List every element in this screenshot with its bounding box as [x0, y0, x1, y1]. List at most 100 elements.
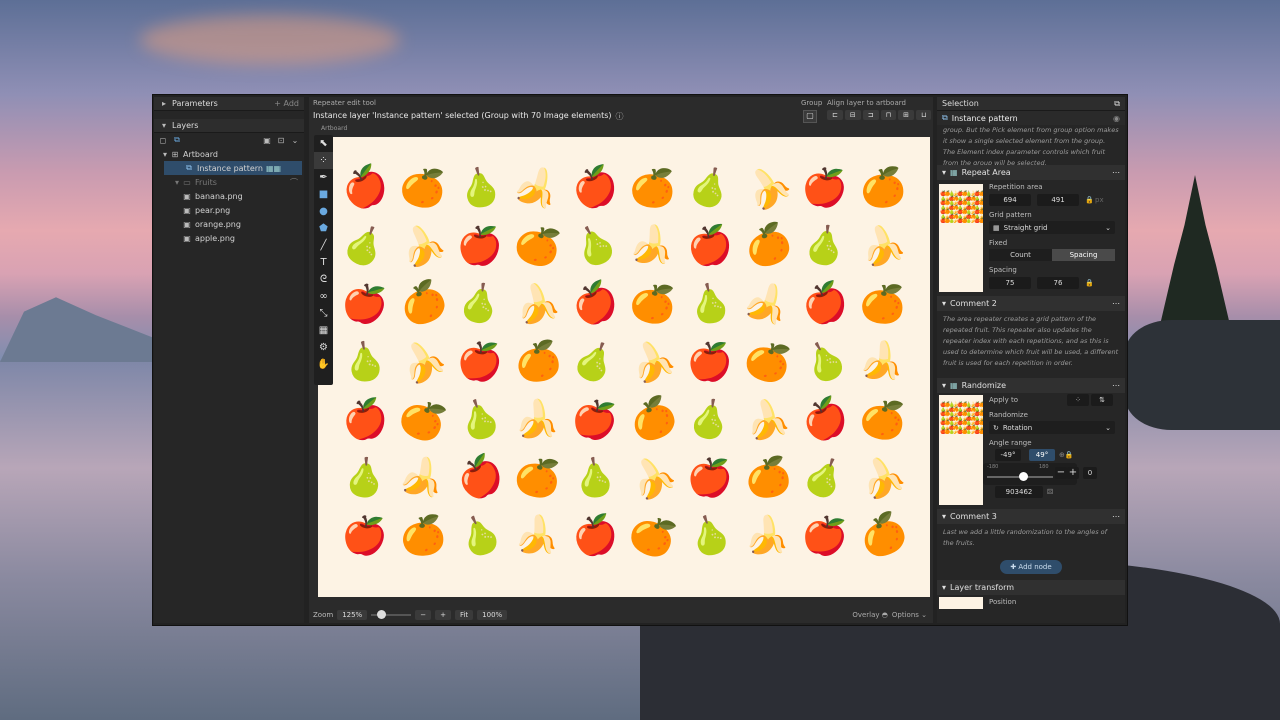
chevron-down-icon: ⌄ — [1105, 223, 1111, 232]
add-node-button[interactable]: ✚ Add node — [1000, 560, 1062, 574]
align-right-icon[interactable]: ⊐ — [862, 110, 879, 120]
group-button[interactable]: ▢ — [803, 110, 817, 123]
grid-pattern-select[interactable]: ▦ Straight grid ⌄ — [989, 221, 1115, 234]
grid-tool-icon[interactable]: ▦ — [314, 322, 333, 339]
toolbox: ⬉ ⁘ ✒ ■ ● ⬟ ╱ T ᘓ ∞ ⤡ ▦ ⚙ ✋ — [314, 135, 333, 385]
artboard-canvas[interactable]: 🍎 🍊 🍐 🍌 🍎 🍊 🍐 🍌 🍎 🍊 🍐 🍌 🍎 🍊 🍐 🍌 🍎 🍊 🍐 🍌 🍎 🍊 🍐 🍌 🍎 🍊 🍐 🍌 🍎 🍊 🍐 🍌 🍎 🍊 🍐 🍌 🍎 🍊 🍐 🍌… — [318, 137, 930, 597]
repeat-area-header[interactable]: ▾ ▦ Repeat Area ⋯ — [937, 165, 1125, 180]
zoom-out-button[interactable]: − — [415, 609, 432, 620]
zoom-slider-handle[interactable] — [377, 609, 387, 619]
layer-apple[interactable]: ▣ apple.png — [154, 231, 304, 245]
path-tool-icon[interactable]: ⤡ — [314, 305, 333, 322]
banana-instance: 🍌 — [624, 335, 681, 388]
lock-icon[interactable]: 🔒 — [1085, 279, 1094, 287]
more-icon[interactable]: ⋯ — [1112, 168, 1120, 177]
dice-icon[interactable]: ⚄ — [1047, 488, 1053, 496]
zoom-in-button[interactable]: + — [435, 609, 451, 620]
apply-to-grid-button[interactable]: ⁘ — [1067, 394, 1089, 406]
orange-instance: 🍊 — [397, 512, 448, 559]
randomize-select[interactable]: ↻ Rotation ⌄ — [989, 421, 1115, 434]
range-slider-handle[interactable] — [1019, 472, 1028, 481]
wallpaper-shore — [1125, 320, 1280, 430]
apple-instance: 🍎 — [685, 222, 735, 269]
angle-max-input[interactable]: 49° — [1029, 449, 1055, 461]
spacing-x-input[interactable]: 75 — [989, 277, 1031, 289]
visibility-icon[interactable]: ⌒ — [290, 177, 298, 188]
comment-3-header[interactable]: ▾ Comment 3 ⋯ — [937, 509, 1125, 524]
layer-banana[interactable]: ▣ banana.png — [154, 189, 304, 203]
banana-instance: 🍌 — [737, 274, 798, 333]
tool-name: Repeater edit tool — [313, 99, 376, 107]
duplicate-icon[interactable]: ⧉ — [172, 135, 182, 145]
more-icon[interactable]: ⋯ — [1112, 512, 1120, 521]
seed-input[interactable]: 903462 — [995, 486, 1043, 498]
overlay-toggle[interactable]: Overlay ◓ — [852, 611, 888, 619]
artboard-icon: ⊞ — [171, 149, 179, 159]
align-left-icon[interactable]: ⊏ — [827, 110, 843, 120]
layer-orange[interactable]: ▣ orange.png — [154, 217, 304, 231]
line-tool-icon[interactable]: ╱ — [314, 237, 333, 254]
polygon-tool-icon[interactable]: ⬟ — [314, 220, 333, 237]
text-tool-icon[interactable]: T — [314, 254, 333, 271]
more-icon[interactable]: ⋯ — [1112, 381, 1120, 390]
expand-arrow-icon: ▾ — [942, 512, 947, 521]
parameters-header[interactable]: ▸ Parameters + Add — [154, 97, 304, 111]
layer-instance-pattern[interactable]: ⧉ Instance pattern ▦▦ — [164, 161, 302, 175]
align-center-v-icon[interactable]: ⊞ — [898, 110, 914, 120]
detach-icon[interactable]: ⧉ — [1114, 99, 1120, 109]
layer-options-icon[interactable]: ▣ — [262, 135, 272, 145]
pear-instance: 🍐 — [683, 393, 738, 446]
zoom-slider[interactable] — [371, 609, 412, 619]
zoom-label: Zoom — [313, 610, 334, 619]
options-dropdown[interactable]: Options ⌄ — [892, 611, 927, 619]
decrement-button[interactable]: − — [1055, 467, 1067, 479]
lock-icon[interactable]: ⊕🔒 — [1059, 451, 1074, 459]
align-bottom-icon[interactable]: ⊔ — [915, 110, 932, 120]
banana-instance: 🍌 — [511, 510, 564, 561]
spiral-tool-icon[interactable]: ᘓ — [314, 271, 333, 288]
gear-icon[interactable]: ⚙ — [314, 339, 333, 356]
info-icon[interactable]: ⓘ — [616, 111, 624, 122]
delete-layer-icon[interactable]: ⊡ — [276, 135, 286, 145]
layer-pear[interactable]: ▣ pear.png — [154, 203, 304, 217]
apply-to-swap-button[interactable]: ⇅ — [1091, 394, 1113, 406]
link-tool-icon[interactable]: ∞ — [314, 288, 333, 305]
repetition-height-input[interactable]: 491 — [1037, 194, 1079, 206]
zoom-value[interactable]: 125% — [337, 609, 368, 620]
repetition-width-input[interactable]: 694 — [989, 194, 1031, 206]
add-parameter-button[interactable]: + Add — [274, 99, 299, 108]
select-tool-icon[interactable]: ⬉ — [314, 135, 333, 152]
repeater-tool-icon[interactable]: ⁘ — [314, 152, 333, 169]
lock-icon[interactable]: 🔒 — [1085, 196, 1094, 204]
fit-button[interactable]: Fit — [454, 609, 474, 620]
banana-instance: 🍌 — [393, 449, 452, 506]
align-center-h-icon[interactable]: ⊟ — [844, 110, 861, 120]
chevron-down-icon[interactable]: ⌄ — [290, 135, 300, 145]
increment-button[interactable]: + — [1067, 467, 1079, 479]
layer-label: banana.png — [195, 191, 243, 201]
ellipse-tool-icon[interactable]: ● — [314, 203, 333, 220]
layer-artboard[interactable]: ▾ ⊞ Artboard — [154, 147, 304, 161]
pen-tool-icon[interactable]: ✒ — [314, 169, 333, 186]
count-toggle[interactable]: Count — [989, 249, 1052, 261]
new-layer-icon[interactable]: ◻ — [158, 135, 168, 145]
layer-transform-header[interactable]: ▾ Layer transform — [937, 580, 1125, 595]
align-top-icon[interactable]: ⊓ — [880, 110, 897, 120]
grid-icon: ▦ — [950, 381, 958, 390]
rectangle-tool-icon[interactable]: ■ — [314, 186, 333, 203]
spacing-toggle[interactable]: Spacing — [1052, 249, 1115, 261]
randomize-header[interactable]: ▾ ▦ Randomize ⋯ — [937, 378, 1125, 393]
spacing-y-input[interactable]: 76 — [1037, 277, 1079, 289]
angle-min-input[interactable]: -49° — [995, 449, 1021, 461]
comment-2-header[interactable]: ▾ Comment 2 ⋯ — [937, 296, 1125, 311]
wallpaper-mountain — [0, 297, 160, 362]
actual-size-button[interactable]: 100% — [477, 609, 508, 620]
layers-header[interactable]: ▾ Layers — [154, 119, 304, 133]
visibility-icon[interactable]: ◉ — [1113, 114, 1120, 123]
more-icon[interactable]: ⋯ — [1112, 299, 1120, 308]
step-input[interactable]: 0 — [1083, 467, 1097, 479]
status-text: Instance layer 'Instance pattern' select… — [313, 111, 624, 122]
instance-icon: ⧉ — [186, 163, 192, 172]
layer-fruits[interactable]: ▾ ▭ Fruits ⌒ — [154, 175, 304, 189]
hand-tool-icon[interactable]: ✋ — [314, 356, 333, 373]
